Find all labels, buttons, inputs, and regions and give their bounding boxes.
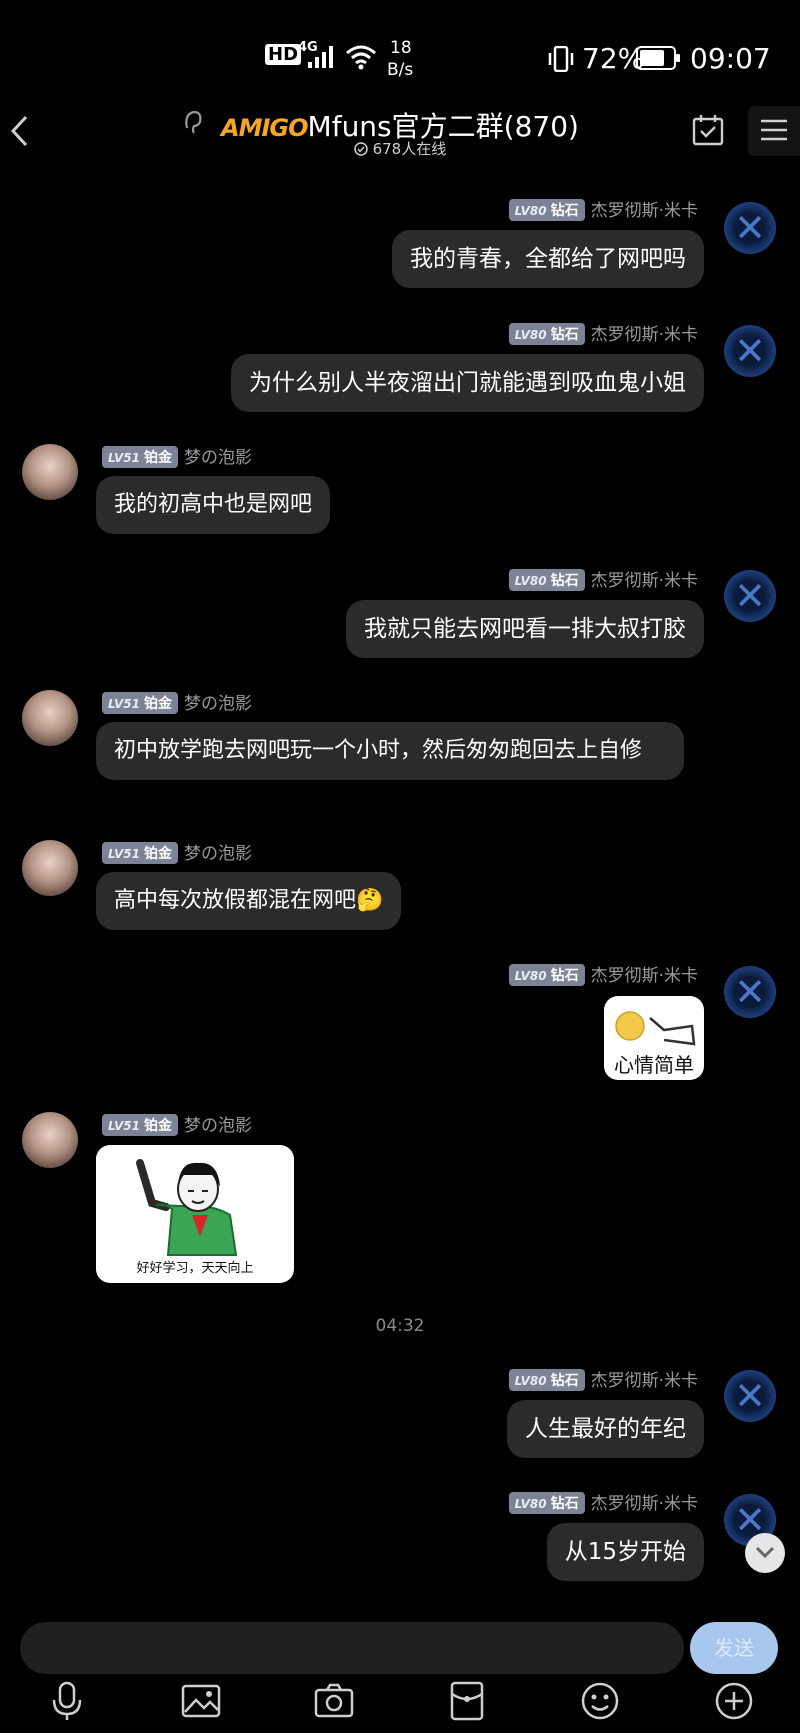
avatar[interactable] — [22, 444, 78, 500]
menu-button[interactable] — [748, 106, 800, 156]
message-bubble[interactable]: 初中放学跑去网吧玩一个小时，然后匆匆跑回去上自修 — [96, 722, 684, 780]
sender-meta: LV80 钻石 杰罗彻斯·米卡 — [508, 1489, 698, 1514]
sender-name: 梦の泡影 — [183, 694, 252, 714]
online-status: 678人在线 — [0, 138, 800, 159]
sender-meta: LV51 铂金 梦の泡影 — [102, 443, 252, 468]
sender-meta: LV80 钻石 杰罗彻斯·米卡 — [508, 961, 698, 986]
avatar[interactable] — [22, 840, 78, 896]
sender-meta: LV51 铂金 梦の泡影 — [102, 689, 252, 714]
menu-icon — [761, 119, 787, 141]
online-check-icon — [354, 142, 368, 156]
level-badge: LV80 钻石 — [508, 1492, 585, 1514]
level-badge: LV80 钻石 — [508, 323, 585, 345]
message-bubble[interactable]: 高中每次放假都混在网吧🤔 — [96, 872, 402, 930]
level-badge: LV80 钻石 — [508, 569, 585, 591]
avatar[interactable]: ✕ — [724, 570, 776, 622]
sticker-caption: 心情简单 — [614, 1053, 694, 1077]
sender-name: 杰罗彻斯·米卡 — [590, 1371, 698, 1391]
sender-meta: LV51 铂金 梦の泡影 — [102, 839, 252, 864]
sender-meta: LV51 铂金 梦の泡影 — [102, 1111, 252, 1136]
level-badge: LV80 钻石 — [508, 964, 585, 986]
signal-icon — [308, 46, 333, 68]
sender-name: 杰罗彻斯·米卡 — [590, 571, 698, 591]
wifi-icon — [346, 45, 376, 70]
sender-name: 梦の泡影 — [183, 1116, 252, 1136]
message-bubble[interactable]: 我就只能去网吧看一排大叔打胶 — [346, 600, 704, 658]
avatar[interactable]: ✕ — [724, 1370, 776, 1422]
message-bubble[interactable]: 为什么别人半夜溜出门就能遇到吸血鬼小姐 — [231, 354, 704, 412]
vibrate-icon — [548, 46, 574, 72]
battery-percent: 72% — [582, 42, 645, 75]
level-badge: LV80 钻石 — [508, 1369, 585, 1391]
scroll-to-bottom-button[interactable] — [745, 1533, 785, 1573]
sender-meta: LV80 钻石 杰罗彻斯·米卡 — [508, 1366, 698, 1391]
level-badge: LV80 钻石 — [508, 199, 585, 221]
network-speed-value: 18 — [390, 38, 412, 58]
sticker-drawing — [615, 1011, 696, 1046]
plus-icon[interactable] — [713, 1680, 755, 1722]
image-icon[interactable] — [180, 1680, 222, 1722]
level-badge: LV51 铂金 — [102, 446, 178, 468]
message-input[interactable] — [20, 1622, 684, 1674]
sender-meta: LV80 钻石 杰罗彻斯·米卡 — [508, 566, 698, 591]
message-bubble[interactable]: 我的青春，全都给了网吧吗 — [392, 230, 704, 288]
sender-name: 杰罗彻斯·米卡 — [590, 325, 698, 345]
calendar-icon[interactable] — [692, 114, 724, 146]
sticker-image[interactable]: 好好学习，天天向上 — [96, 1145, 294, 1283]
clock: 09:07 — [690, 42, 771, 75]
sender-name: 杰罗彻斯·米卡 — [590, 1494, 698, 1514]
sticker-caption: 好好学习，天天向上 — [136, 1261, 254, 1276]
message-bubble[interactable]: 人生最好的年纪 — [507, 1400, 704, 1458]
sender-meta: LV80 钻石 杰罗彻斯·米卡 — [508, 320, 698, 345]
sender-name: 杰罗彻斯·米卡 — [590, 201, 698, 221]
battery-icon — [636, 46, 680, 70]
microphone-icon[interactable] — [46, 1680, 88, 1722]
avatar[interactable] — [22, 690, 78, 746]
level-badge: LV51 铂金 — [102, 842, 178, 864]
status-bar: HD 4G 18 B/s 72% 09:07 — [0, 0, 800, 100]
emoji-icon[interactable] — [579, 1680, 621, 1722]
chevron-down-icon — [755, 1546, 775, 1559]
level-badge: LV51 铂金 — [102, 1114, 178, 1136]
sticker-image[interactable]: 心情简单 — [604, 996, 704, 1080]
sticker-drawing — [136, 1159, 238, 1256]
message-bubble[interactable]: 从15岁开始 — [546, 1523, 704, 1581]
timestamp: 04:32 — [375, 1316, 425, 1336]
sender-name: 梦の泡影 — [183, 844, 252, 864]
camera-icon[interactable] — [313, 1680, 355, 1722]
sender-name: 梦の泡影 — [183, 448, 252, 468]
avatar[interactable]: ✕ — [724, 966, 776, 1018]
avatar[interactable]: ✕ — [724, 325, 776, 377]
hd-indicator: HD — [265, 44, 302, 65]
red-packet-icon[interactable] — [446, 1680, 488, 1722]
sender-meta: LV80 钻石 杰罗彻斯·米卡 — [508, 196, 698, 221]
avatar[interactable]: ✕ — [724, 202, 776, 254]
avatar[interactable] — [22, 1112, 78, 1168]
level-badge: LV51 铂金 — [102, 692, 178, 714]
message-bubble[interactable]: 我的初高中也是网吧 — [96, 476, 331, 534]
sender-name: 杰罗彻斯·米卡 — [590, 966, 698, 986]
online-count: 678人在线 — [372, 140, 447, 158]
network-speed-unit: B/s — [387, 60, 414, 80]
send-button[interactable]: 发送 — [690, 1622, 778, 1674]
